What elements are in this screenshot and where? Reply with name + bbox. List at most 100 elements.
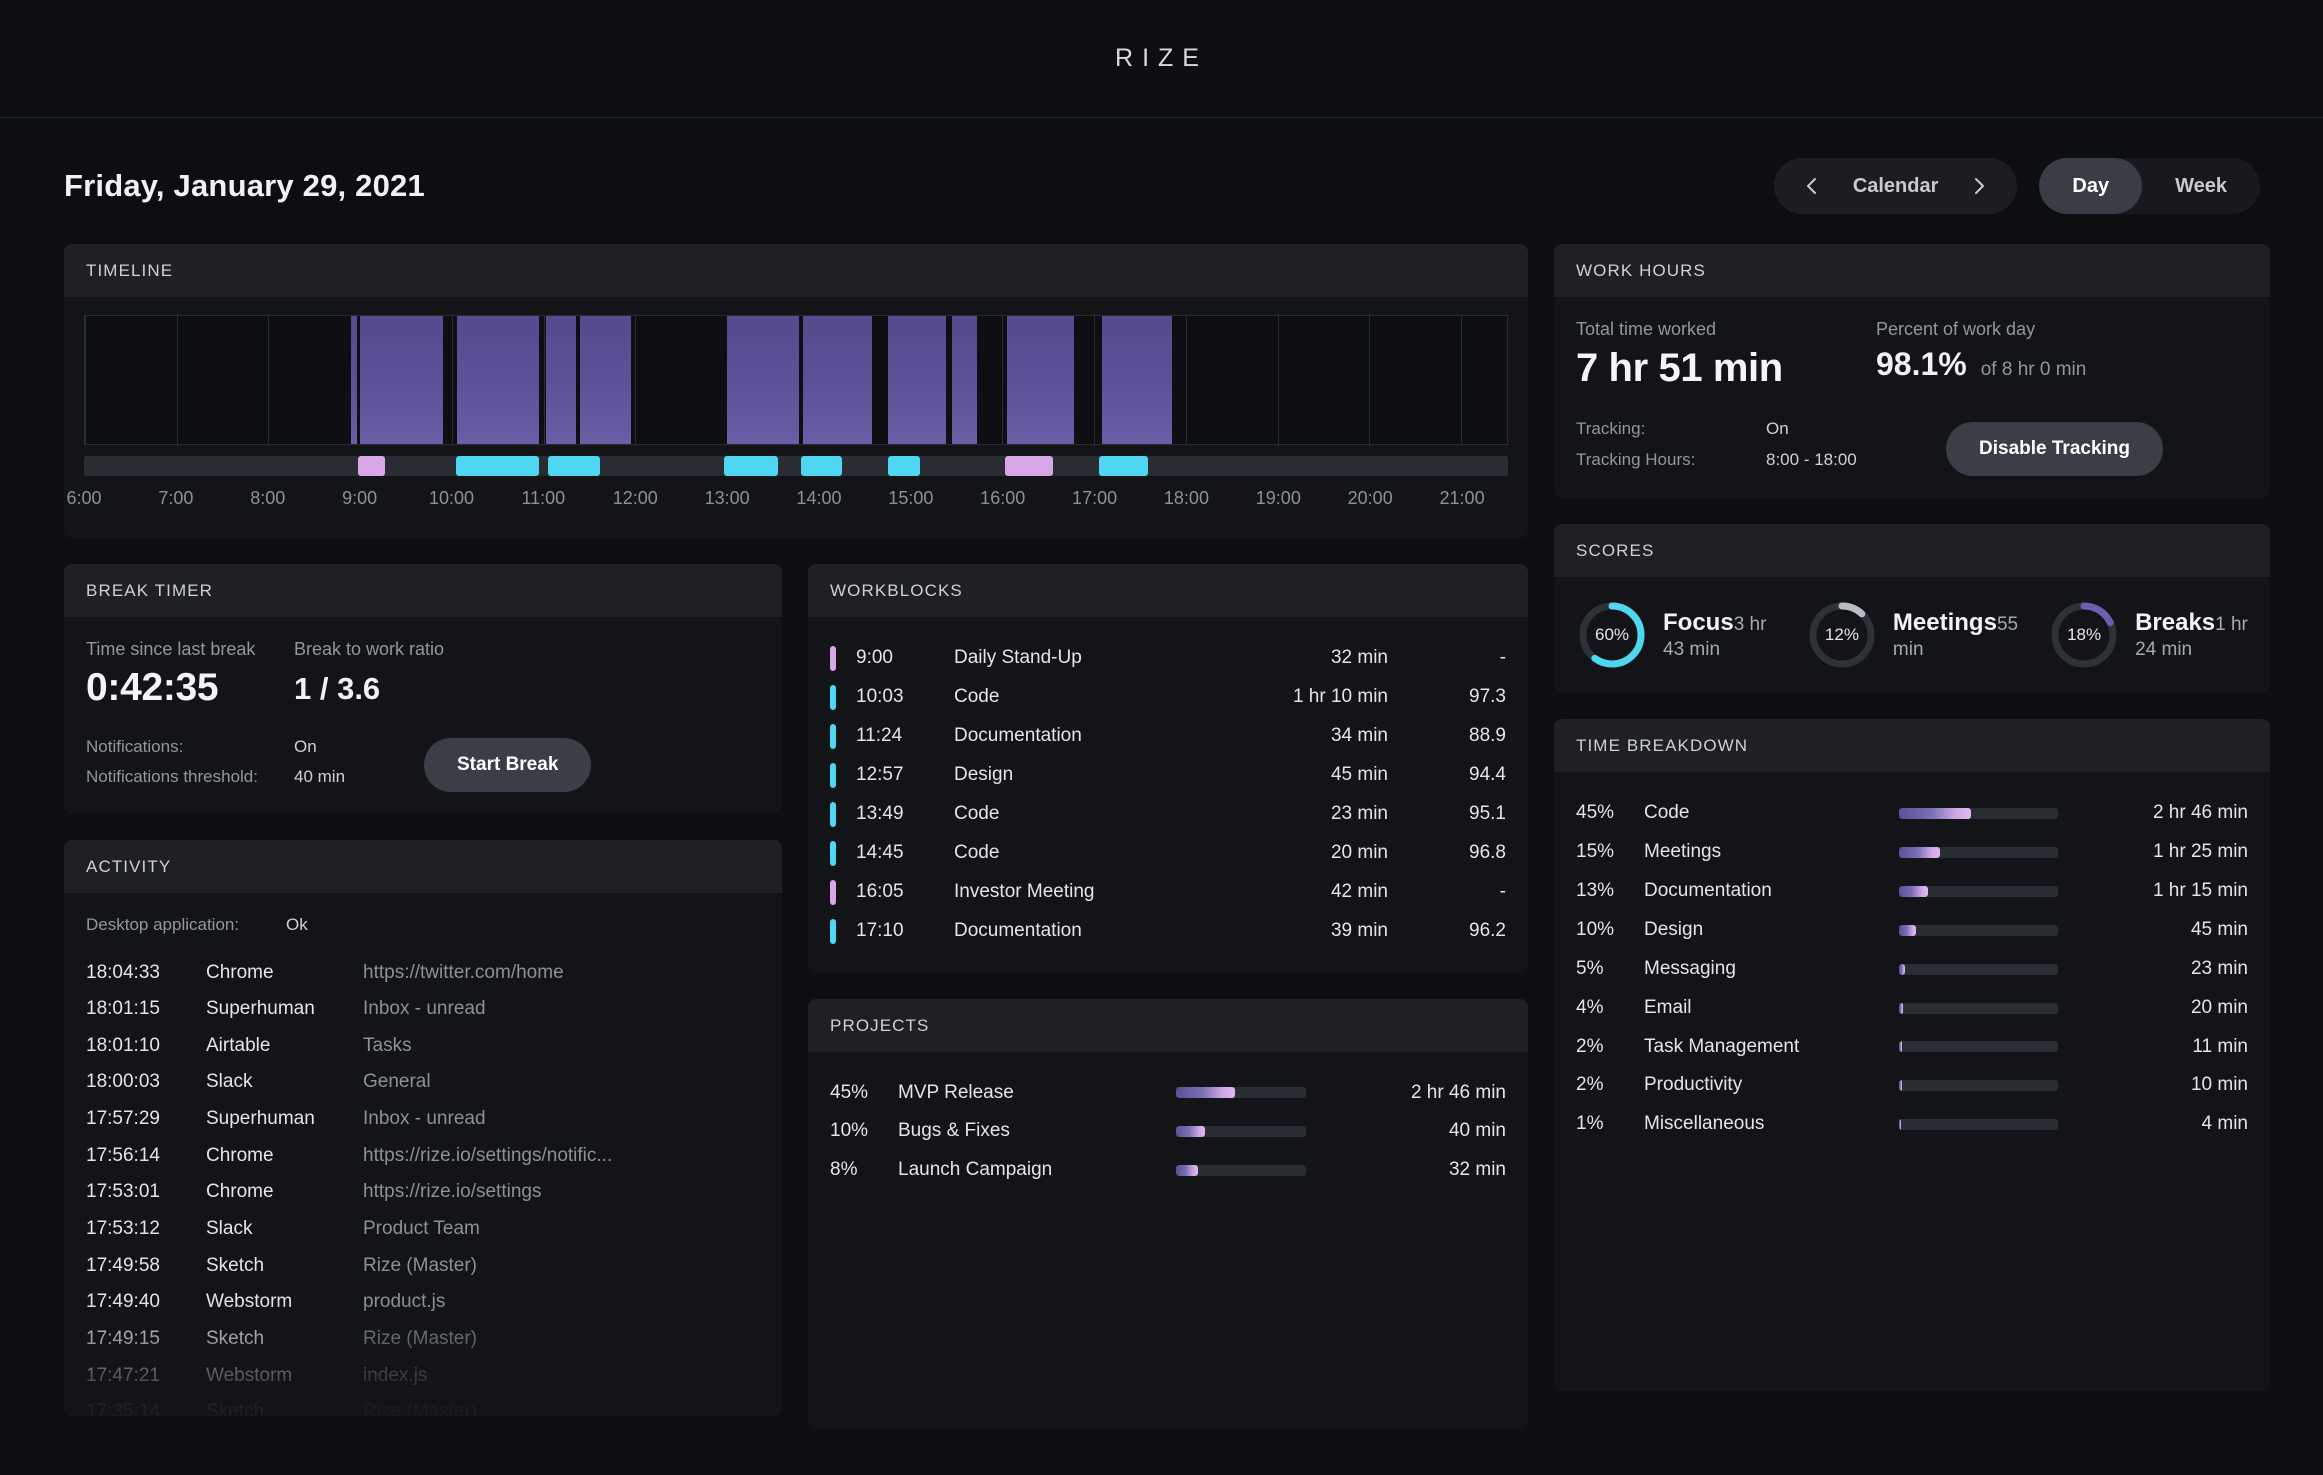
timeline-session-segment[interactable] bbox=[1099, 456, 1148, 476]
time-breakdown-row[interactable]: 4% Email 20 min bbox=[1576, 989, 2248, 1028]
projects-list[interactable]: 45% MVP Release 2 hr 46 min 10% Bugs & Fixes… bbox=[808, 1052, 1528, 1213]
workblock-duration: 45 min bbox=[1330, 763, 1388, 785]
workblocks-panel: WORKBLOCKS 9:00 Daily Stand-Up 32 min - 10:0… bbox=[808, 564, 1528, 973]
timeline-session-segment[interactable] bbox=[456, 456, 539, 476]
activity-detail: Inbox - unread bbox=[363, 1108, 486, 1130]
timeline-session-segment[interactable] bbox=[800, 456, 842, 476]
left-column: BREAK TIMER Time since last break 0:42:3… bbox=[64, 564, 782, 1455]
row-value: 4 min bbox=[2201, 1113, 2248, 1135]
project-row[interactable]: 10% Bugs & Fixes 40 min bbox=[830, 1112, 1506, 1151]
notifications-value: On bbox=[294, 737, 317, 756]
range-day-button[interactable]: Day bbox=[2039, 158, 2143, 214]
activity-detail: Tasks bbox=[363, 1034, 412, 1056]
activity-row[interactable]: 17:47:21 Webstorm index.js bbox=[86, 1358, 760, 1395]
timeline-work-block[interactable] bbox=[727, 316, 799, 444]
time-breakdown-row[interactable]: 15% Meetings 1 hr 25 min bbox=[1576, 833, 2248, 872]
activity-row[interactable]: 17:35:14 Sketch Rize (Master) bbox=[86, 1394, 760, 1415]
timeline-work-block[interactable] bbox=[1007, 316, 1074, 444]
timeline-tick-label: 14:00 bbox=[796, 488, 842, 508]
timeline-tick-label: 6:00 bbox=[66, 488, 102, 508]
timeline-session-segment[interactable] bbox=[547, 456, 601, 476]
activity-app: Airtable bbox=[206, 1034, 271, 1056]
chevron-right-icon[interactable] bbox=[1968, 175, 1990, 197]
work-hours-body: Total time worked 7 hr 51 min Percent of… bbox=[1554, 297, 2270, 498]
activity-row[interactable]: 17:57:29 Superhuman Inbox - unread bbox=[86, 1101, 760, 1138]
timeline-tick-label: 19:00 bbox=[1255, 488, 1301, 508]
workblocks-list[interactable]: 9:00 Daily Stand-Up 32 min - 10:03 Code 1 hr 1… bbox=[808, 617, 1528, 973]
workblock-row[interactable]: 11:24 Documentation 34 min 88.9 bbox=[830, 717, 1506, 756]
timeline-work-block[interactable] bbox=[360, 316, 443, 444]
timeline-session-segment[interactable] bbox=[1004, 456, 1054, 476]
timeline-work-block[interactable] bbox=[580, 316, 631, 444]
time-breakdown-row[interactable]: 45% Code 2 hr 46 min bbox=[1576, 794, 2248, 833]
time-breakdown-row[interactable]: 1% Miscellaneous 4 min bbox=[1576, 1105, 2248, 1144]
workblock-row[interactable]: 14:45 Code 20 min 96.8 bbox=[830, 834, 1506, 873]
header-row: Friday, January 29, 2021 Calendar Day We… bbox=[0, 140, 2323, 232]
workblock-time: 12:57 bbox=[856, 763, 904, 785]
activity-time: 17:49:15 bbox=[86, 1328, 160, 1350]
workblock-row[interactable]: 10:03 Code 1 hr 10 min 97.3 bbox=[830, 678, 1506, 717]
activity-row[interactable]: 18:01:15 Superhuman Inbox - unread bbox=[86, 991, 760, 1028]
timeline-chart[interactable] bbox=[84, 315, 1508, 445]
calendar-nav[interactable]: Calendar bbox=[1773, 158, 2018, 214]
workblock-row[interactable]: 12:57 Design 45 min 94.4 bbox=[830, 756, 1506, 795]
workblock-row[interactable]: 16:05 Investor Meeting 42 min - bbox=[830, 873, 1506, 912]
activity-app: Sketch bbox=[206, 1254, 265, 1276]
range-week-button[interactable]: Week bbox=[2142, 158, 2260, 214]
timeline-session-segment[interactable] bbox=[724, 456, 778, 476]
workblock-row[interactable]: 9:00 Daily Stand-Up 32 min - bbox=[830, 639, 1506, 678]
disable-tracking-button[interactable]: Disable Tracking bbox=[1946, 421, 2164, 476]
timeline-work-block[interactable] bbox=[887, 316, 946, 444]
time-breakdown-row[interactable]: 13% Documentation 1 hr 15 min bbox=[1576, 872, 2248, 911]
timeline-session-segment[interactable] bbox=[357, 456, 386, 476]
time-breakdown-list[interactable]: 45% Code 2 hr 46 min 15% Meetings 1 hr 25 min… bbox=[1554, 772, 2270, 1166]
timeline-work-block[interactable] bbox=[1101, 316, 1173, 444]
timeline-work-block[interactable] bbox=[351, 316, 358, 444]
row-percent: 10% bbox=[1576, 918, 1615, 940]
start-break-button[interactable]: Start Break bbox=[424, 737, 592, 792]
activity-row[interactable]: 17:53:01 Chrome https://rize.io/settings bbox=[86, 1174, 760, 1211]
workblock-row[interactable]: 17:10 Documentation 39 min 96.2 bbox=[830, 912, 1506, 951]
row-value: 45 min bbox=[2190, 918, 2248, 940]
timeline-work-block[interactable] bbox=[951, 316, 977, 444]
project-row[interactable]: 45% MVP Release 2 hr 46 min bbox=[830, 1074, 1506, 1113]
row-bar-track bbox=[1899, 807, 2058, 819]
app-brand: RIZE bbox=[1115, 44, 1208, 72]
row-value: 11 min bbox=[2192, 1035, 2248, 1057]
row-label: Code bbox=[1644, 801, 1690, 823]
workblock-row[interactable]: 13:49 Code 23 min 95.1 bbox=[830, 795, 1506, 834]
timeline-session-segment[interactable] bbox=[887, 456, 920, 476]
time-breakdown-row[interactable]: 2% Productivity 10 min bbox=[1576, 1066, 2248, 1105]
row-label: Productivity bbox=[1644, 1074, 1743, 1096]
activity-row[interactable]: 18:04:33 Chrome https://twitter.com/home bbox=[86, 955, 760, 992]
score-item: 12% Meetings55 min bbox=[1806, 599, 2018, 671]
activity-row[interactable]: 17:49:58 Sketch Rize (Master) bbox=[86, 1248, 760, 1285]
activity-row[interactable]: 17:49:40 Webstorm product.js bbox=[86, 1284, 760, 1321]
activity-app: Sketch bbox=[206, 1328, 265, 1350]
row-bar-track bbox=[1899, 1119, 2058, 1131]
row-percent: 1% bbox=[1576, 1113, 1604, 1135]
timeline-work-block[interactable] bbox=[803, 316, 873, 444]
time-breakdown-row[interactable]: 2% Task Management 11 min bbox=[1576, 1028, 2248, 1067]
score-percent: 12% bbox=[1824, 624, 1859, 644]
time-breakdown-row[interactable]: 10% Design 45 min bbox=[1576, 911, 2248, 950]
activity-list[interactable]: 18:04:33 Chrome https://twitter.com/home 18… bbox=[86, 955, 760, 1416]
activity-row[interactable]: 18:01:10 Airtable Tasks bbox=[86, 1028, 760, 1065]
workblock-score: 97.3 bbox=[1469, 685, 1506, 707]
row-bar-fill bbox=[1899, 846, 1941, 858]
activity-row[interactable]: 17:56:14 Chrome https://rize.io/settings/n… bbox=[86, 1138, 760, 1175]
activity-row[interactable]: 18:00:03 Slack General bbox=[86, 1064, 760, 1101]
activity-row[interactable]: 17:49:15 Sketch Rize (Master) bbox=[86, 1321, 760, 1358]
score-donut: 60% bbox=[1576, 599, 1648, 671]
timeline-work-block[interactable] bbox=[456, 316, 540, 444]
range-toggle[interactable]: Day Week bbox=[2039, 158, 2260, 214]
time-breakdown-row[interactable]: 5% Messaging 23 min bbox=[1576, 950, 2248, 989]
activity-row[interactable]: 17:53:12 Slack Product Team bbox=[86, 1211, 760, 1248]
row-bar-fill bbox=[1899, 924, 1917, 936]
timeline-work-block[interactable] bbox=[545, 316, 576, 444]
project-row[interactable]: 8% Launch Campaign 32 min bbox=[830, 1151, 1506, 1190]
chevron-left-icon[interactable] bbox=[1801, 175, 1823, 197]
calendar-label[interactable]: Calendar bbox=[1853, 175, 1939, 198]
timeline-panel: TIMELINE 6:00 7:00 8:00 9:00 10:00 11:00 12:00… bbox=[64, 244, 1528, 538]
score-name: Focus bbox=[1663, 608, 1734, 636]
